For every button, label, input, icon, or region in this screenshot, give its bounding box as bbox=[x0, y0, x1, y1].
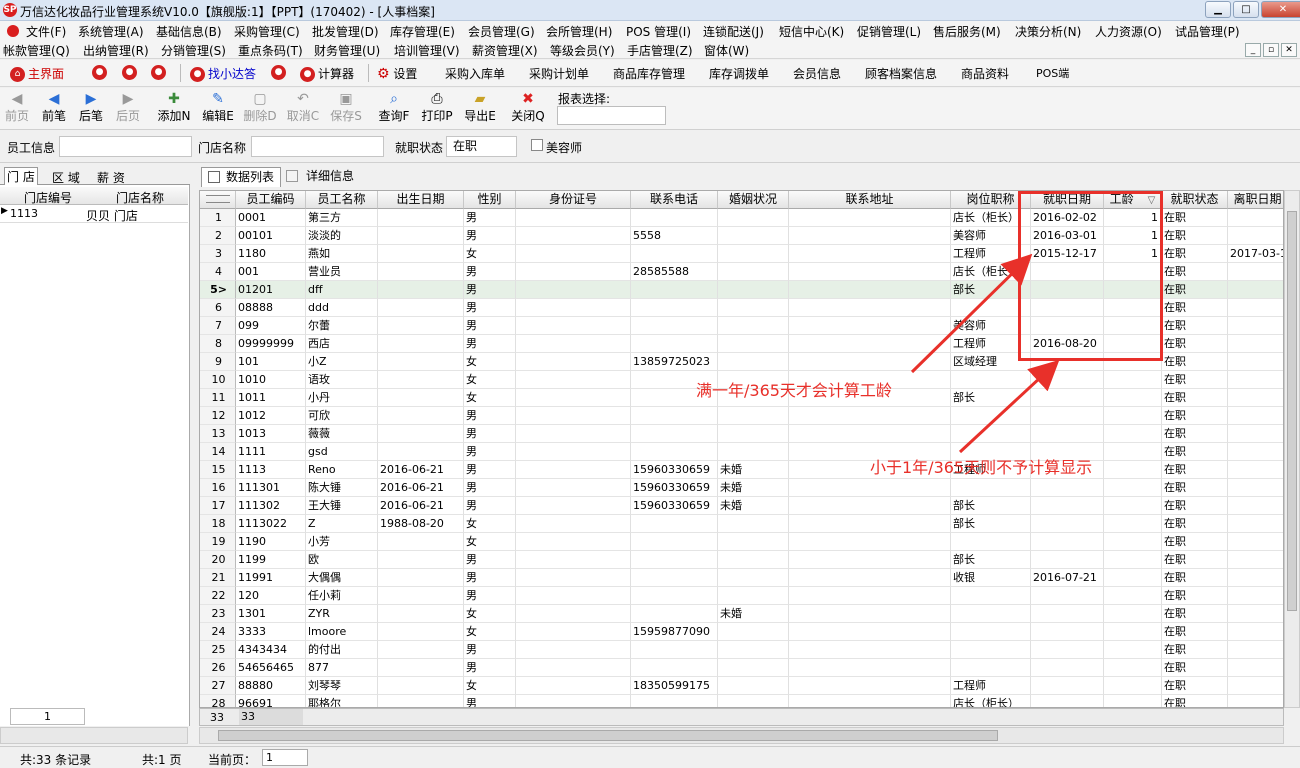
current-page-input[interactable]: 1 bbox=[262, 749, 308, 766]
arrow-to-tenure bbox=[910, 253, 1033, 374]
record-count: 共:33 条记录 bbox=[20, 753, 92, 767]
annotation-arrows bbox=[910, 253, 1060, 454]
annotation-note-2: 小于1年/365天则不予计算显示 bbox=[870, 458, 1093, 477]
status-bar: 共:33 条记录 共:1 页 当前页： bbox=[0, 746, 1300, 768]
arrow-to-blank bbox=[958, 359, 1060, 454]
current-page-label: 当前页： bbox=[208, 753, 257, 767]
annotation-note-1: 满一年/365天才会计算工龄 bbox=[696, 381, 892, 400]
page-count: 共:1 页 bbox=[142, 753, 182, 767]
